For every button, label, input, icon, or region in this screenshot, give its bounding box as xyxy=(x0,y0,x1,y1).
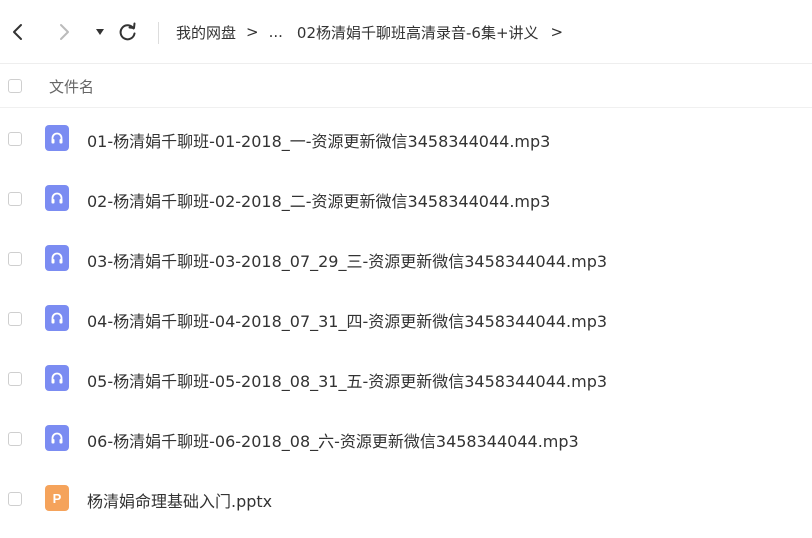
file-name[interactable]: 杨清娟命理基础入门.pptx xyxy=(87,488,272,512)
breadcrumb-ellipsis[interactable]: ... xyxy=(269,23,283,41)
file-checkbox[interactable] xyxy=(8,312,22,326)
file-checkbox[interactable] xyxy=(8,192,22,206)
toolbar-divider xyxy=(158,22,159,44)
history-dropdown-button[interactable] xyxy=(88,20,112,44)
file-list: 01-杨清娟千聊班-01-2018_一-资源更新微信3458344044.mp3… xyxy=(0,108,812,528)
column-header-filename[interactable]: 文件名 xyxy=(49,76,94,97)
refresh-icon xyxy=(119,22,136,41)
headphones-icon xyxy=(45,245,69,271)
chevron-right-icon xyxy=(60,24,69,40)
file-checkbox[interactable] xyxy=(8,132,22,146)
file-checkbox[interactable] xyxy=(8,252,22,266)
headphones-icon xyxy=(45,425,69,451)
file-row[interactable]: P 杨清娟命理基础入门.pptx xyxy=(0,468,812,528)
breadcrumb-root[interactable]: 我的网盘 xyxy=(176,22,236,43)
file-name[interactable]: 01-杨清娟千聊班-01-2018_一-资源更新微信3458344044.mp3 xyxy=(87,128,550,152)
file-checkbox[interactable] xyxy=(8,492,22,506)
file-row[interactable]: 01-杨清娟千聊班-01-2018_一-资源更新微信3458344044.mp3 xyxy=(0,108,812,168)
file-name[interactable]: 05-杨清娟千聊班-05-2018_08_31_五-资源更新微信34583440… xyxy=(87,368,607,392)
ppt-file-icon: P xyxy=(45,485,69,511)
file-name[interactable]: 03-杨清娟千聊班-03-2018_07_29_三-资源更新微信34583440… xyxy=(87,248,607,272)
file-row[interactable]: 06-杨清娟千聊班-06-2018_08_六-资源更新微信3458344044.… xyxy=(0,408,812,468)
headphones-icon xyxy=(45,125,69,151)
refresh-button[interactable] xyxy=(116,20,140,44)
headphones-icon xyxy=(45,305,69,331)
file-list-header: 文件名 xyxy=(0,64,812,108)
file-name[interactable]: 04-杨清娟千聊班-04-2018_07_31_四-资源更新微信34583440… xyxy=(87,308,607,332)
file-row[interactable]: 02-杨清娟千聊班-02-2018_二-资源更新微信3458344044.mp3 xyxy=(0,168,812,228)
file-name[interactable]: 02-杨清娟千聊班-02-2018_二-资源更新微信3458344044.mp3 xyxy=(87,188,550,212)
chevron-left-icon xyxy=(13,24,22,40)
forward-button[interactable] xyxy=(52,20,76,44)
toolbar: 我的网盘 > ... 02杨清娟千聊班高清录音-6集+讲义 > xyxy=(0,0,812,64)
breadcrumb-current[interactable]: 02杨清娟千聊班高清录音-6集+讲义 xyxy=(297,22,539,43)
file-row[interactable]: 03-杨清娟千聊班-03-2018_07_29_三-资源更新微信34583440… xyxy=(0,228,812,288)
back-button[interactable] xyxy=(6,20,30,44)
file-row[interactable]: 04-杨清娟千聊班-04-2018_07_31_四-资源更新微信34583440… xyxy=(0,288,812,348)
breadcrumb-separator: > xyxy=(246,23,259,41)
caret-down-icon xyxy=(96,29,104,35)
headphones-icon xyxy=(45,365,69,391)
headphones-icon xyxy=(45,185,69,211)
select-all-checkbox[interactable] xyxy=(8,79,22,93)
file-name[interactable]: 06-杨清娟千聊班-06-2018_08_六-资源更新微信3458344044.… xyxy=(87,428,579,452)
file-row[interactable]: 05-杨清娟千聊班-05-2018_08_31_五-资源更新微信34583440… xyxy=(0,348,812,408)
breadcrumb: 我的网盘 > ... 02杨清娟千聊班高清录音-6集+讲义 > xyxy=(176,20,573,44)
file-checkbox[interactable] xyxy=(8,432,22,446)
breadcrumb-trailing-separator[interactable]: > xyxy=(551,23,564,41)
file-checkbox[interactable] xyxy=(8,372,22,386)
